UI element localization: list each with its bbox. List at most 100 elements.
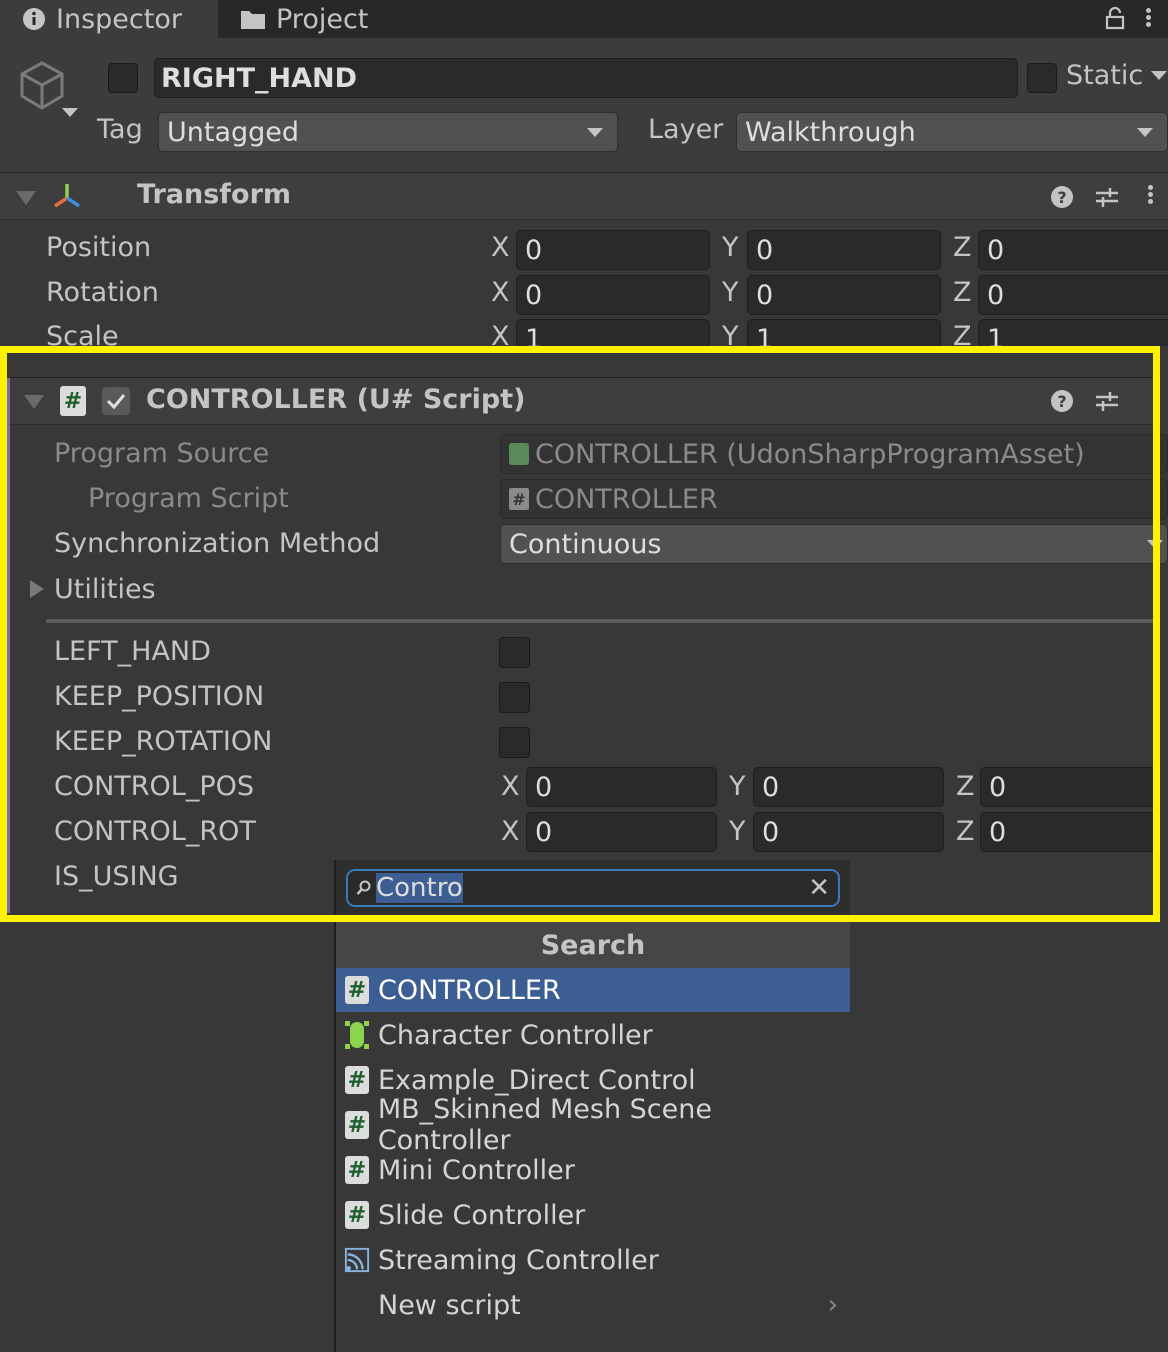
layer-dropdown[interactable]: Walkthrough [736, 112, 1168, 152]
axis-x-label: X [491, 321, 510, 346]
chevron-down-icon [1137, 128, 1153, 137]
help-icon[interactable]: ? [1050, 185, 1074, 209]
gameobject-cube-icon[interactable] [18, 60, 66, 112]
axis-y-label: Y [722, 277, 739, 308]
popup-header: Search [336, 922, 850, 969]
tag-value: Untagged [167, 116, 300, 148]
tab-project[interactable]: Project [240, 0, 368, 38]
tag-label: Tag [97, 114, 143, 145]
rotation-x-field[interactable]: 0 [516, 275, 710, 315]
popup-header-label: Search [540, 929, 646, 961]
scale-x-value: 1 [525, 323, 543, 347]
axis-y-label: Y [729, 771, 746, 802]
scale-label: Scale [46, 321, 119, 346]
script-enabled-checkbox[interactable] [102, 387, 130, 415]
chevron-down-icon [1147, 540, 1163, 549]
control-pos-y-field[interactable]: 0 [753, 767, 944, 807]
active-checkbox[interactable] [108, 63, 138, 93]
axis-x-label: X [501, 816, 520, 847]
is-using-label: IS_USING [54, 861, 179, 892]
streaming-controller-icon [344, 1245, 370, 1275]
transform-title: Transform [137, 179, 292, 210]
popup-item-label: MB_Skinned Mesh Scene Controller [377, 1094, 712, 1156]
popup-item-streaming-controller[interactable]: Streaming Controller [336, 1238, 850, 1282]
keep-position-label: KEEP_POSITION [54, 681, 265, 712]
presets-icon[interactable] [1094, 185, 1120, 209]
component-menu-icon[interactable] [1148, 183, 1153, 206]
rotation-z-value: 0 [987, 279, 1005, 311]
control-pos-z-field[interactable]: 0 [980, 767, 1160, 807]
popup-item-slide-controller[interactable]: # Slide Controller [336, 1193, 850, 1237]
popup-item-controller[interactable]: # CONTROLLER [336, 968, 850, 1012]
clear-search-icon[interactable]: ✕ [808, 873, 830, 903]
control-pos-z-value: 0 [989, 771, 1007, 803]
script-accent-bar [4, 378, 10, 913]
static-dropdown[interactable]: Static [1066, 60, 1168, 91]
info-icon [23, 8, 45, 30]
popup-item-label: Example_Direct Control [378, 1064, 696, 1096]
popup-item-label: Mini Controller [378, 1154, 575, 1186]
axis-z-label: Z [953, 277, 972, 308]
scale-z-field[interactable]: 1 [978, 319, 1168, 346]
help-icon[interactable]: ? [1050, 389, 1074, 413]
layer-label: Layer [648, 114, 724, 145]
scale-y-field[interactable]: 1 [747, 319, 941, 346]
rotation-z-field[interactable]: 0 [978, 275, 1168, 315]
program-script-field[interactable]: # CONTROLLER [500, 479, 1168, 519]
search-input-value: Contro [376, 873, 463, 903]
csharp-script-icon: # [344, 1155, 370, 1185]
axis-y-label: Y [722, 321, 739, 346]
static-checkbox[interactable] [1027, 63, 1057, 93]
program-source-value: CONTROLLER (UdonSharpProgramAsset) [535, 438, 1085, 470]
control-pos-x-value: 0 [535, 771, 553, 803]
popup-item-label: New script [378, 1289, 521, 1321]
csharp-script-icon: # [509, 488, 529, 510]
control-rot-x-value: 0 [535, 816, 553, 848]
transform-header[interactable]: Transform ? [0, 172, 1168, 220]
utilities-label[interactable]: Utilities [54, 574, 156, 605]
control-rot-y-value: 0 [762, 816, 780, 848]
tab-inspector[interactable]: Inspector [0, 0, 218, 38]
program-script-value: CONTROLLER [535, 483, 718, 515]
popup-item-character-controller[interactable]: Character Controller [336, 1013, 850, 1057]
rotation-y-field[interactable]: 0 [747, 275, 941, 315]
icon-dropdown-caret-icon[interactable] [62, 108, 78, 117]
tag-dropdown[interactable]: Untagged [158, 112, 618, 152]
popup-item-mini-controller[interactable]: # Mini Controller [336, 1148, 850, 1192]
utilities-foldout-icon[interactable] [30, 580, 44, 598]
sync-method-dropdown[interactable]: Continuous [500, 524, 1168, 564]
lock-icon[interactable] [1104, 6, 1126, 30]
script-header[interactable]: # CONTROLLER (U# Script) ? [10, 377, 1160, 425]
transform-axes-icon [54, 184, 80, 208]
sync-method-label: Synchronization Method [54, 528, 381, 559]
position-y-field[interactable]: 0 [747, 230, 941, 270]
keep-rotation-checkbox[interactable] [499, 727, 530, 758]
axis-y-label: Y [729, 816, 746, 847]
popup-item-mb-skinned-mesh[interactable]: # MB_Skinned Mesh Scene Controller [336, 1094, 850, 1156]
tab-project-label: Project [276, 3, 369, 35]
control-rot-y-field[interactable]: 0 [753, 812, 944, 852]
program-source-field[interactable]: CONTROLLER (UdonSharpProgramAsset) [500, 434, 1168, 474]
position-z-field[interactable]: 0 [978, 230, 1168, 270]
tab-bar: Inspector Project [0, 0, 1168, 38]
rotation-label: Rotation [46, 277, 159, 308]
popup-item-new-script[interactable]: New script › [336, 1283, 850, 1327]
transform-body: Position X 0 Y 0 Z 0 Rotation X 0 Y 0 Z … [0, 220, 1168, 346]
position-x-field[interactable]: 0 [516, 230, 710, 270]
presets-icon[interactable] [1094, 389, 1120, 413]
scale-x-field[interactable]: 1 [516, 319, 710, 346]
left-hand-label: LEFT_HAND [54, 636, 211, 667]
foldout-arrow-icon[interactable] [16, 191, 36, 205]
control-rot-x-field[interactable]: 0 [526, 812, 717, 852]
left-hand-checkbox[interactable] [499, 637, 530, 668]
keep-position-checkbox[interactable] [499, 682, 530, 713]
tab-menu-icon[interactable] [1146, 6, 1154, 29]
component-search-input[interactable]: Contro ✕ [346, 869, 840, 907]
control-rot-z-field[interactable]: 0 [980, 812, 1160, 852]
foldout-arrow-icon[interactable] [24, 395, 44, 409]
control-pos-y-value: 0 [762, 771, 780, 803]
rotation-x-value: 0 [525, 279, 543, 311]
control-pos-x-field[interactable]: 0 [526, 767, 717, 807]
object-name-field[interactable]: RIGHT_HAND [154, 58, 1018, 98]
program-script-label: Program Script [88, 483, 289, 514]
